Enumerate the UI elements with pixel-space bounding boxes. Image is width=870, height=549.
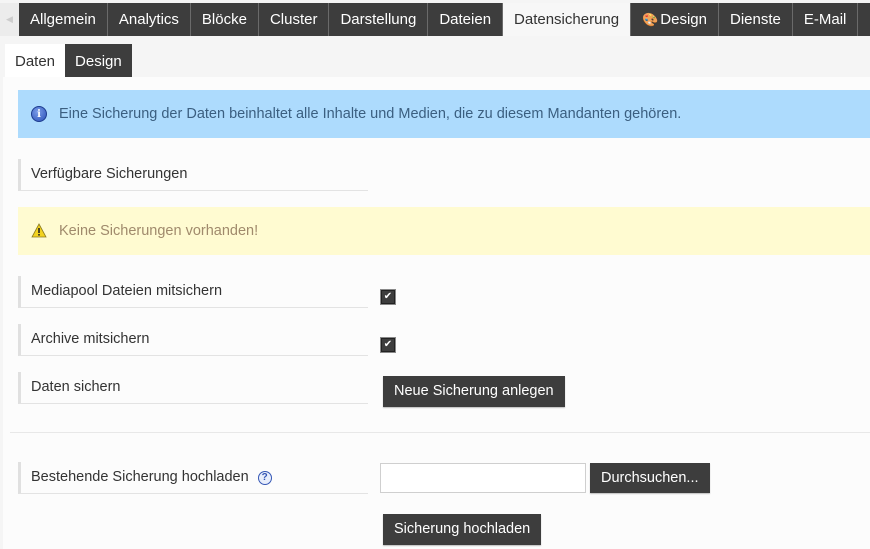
warning-alert: Keine Sicherungen vorhanden! bbox=[18, 207, 870, 255]
tab-dateien[interactable]: Dateien bbox=[428, 3, 504, 36]
help-icon[interactable]: ? bbox=[257, 471, 272, 485]
backup-data-label: Daten sichern bbox=[18, 372, 368, 404]
browse-button[interactable]: Durchsuchen... bbox=[590, 463, 710, 493]
archive-option-label: Archive mitsichern bbox=[18, 324, 368, 356]
info-alert: i Eine Sicherung der Daten beinhaltet al… bbox=[18, 90, 870, 138]
subtab-design[interactable]: Design bbox=[65, 44, 132, 77]
tab-allgemein[interactable]: Allgemein bbox=[19, 3, 108, 36]
tab-darstellung[interactable]: Darstellung bbox=[329, 3, 429, 36]
palette-icon: 🎨 bbox=[642, 12, 659, 27]
tab-datensicherung[interactable]: Datensicherung bbox=[503, 3, 632, 36]
backup-file-input[interactable] bbox=[380, 463, 586, 493]
sub-tab-bar: Daten Design bbox=[5, 44, 132, 77]
warning-alert-text: Keine Sicherungen vorhanden! bbox=[59, 223, 259, 239]
info-icon: i bbox=[31, 106, 47, 122]
tab-dienste[interactable]: Dienste bbox=[719, 3, 793, 36]
tab-design[interactable]: 🎨 Design bbox=[631, 3, 719, 36]
tab-cluster[interactable]: Cluster bbox=[258, 3, 330, 36]
main-tab-bar: ◀ Allgemein Analytics Blöcke Cluster Dar… bbox=[0, 3, 870, 36]
mediapool-option-label: Mediapool Dateien mitsichern bbox=[18, 276, 368, 308]
warning-icon bbox=[31, 223, 47, 239]
create-backup-button[interactable]: Neue Sicherung anlegen bbox=[383, 376, 565, 407]
tab-design-label: Design bbox=[660, 11, 707, 28]
upload-backup-label: Bestehende Sicherung hochladen? bbox=[18, 462, 368, 494]
archive-checkbox[interactable]: ✔ bbox=[380, 337, 396, 353]
tab-bloecke[interactable]: Blöcke bbox=[190, 3, 259, 36]
info-alert-text: Eine Sicherung der Daten beinhaltet alle… bbox=[59, 106, 682, 122]
content-panel: i Eine Sicherung der Daten beinhaltet al… bbox=[3, 77, 870, 549]
tab-analytics[interactable]: Analytics bbox=[107, 3, 191, 36]
upload-backup-label-text: Bestehende Sicherung hochladen bbox=[31, 469, 249, 485]
tab-scroll-left-icon[interactable]: ◀ bbox=[0, 3, 19, 36]
section-divider bbox=[10, 432, 870, 433]
mediapool-checkbox[interactable]: ✔ bbox=[380, 289, 396, 305]
tab-editor[interactable]: Editor bbox=[858, 3, 870, 36]
subtab-daten[interactable]: Daten bbox=[5, 44, 66, 77]
tab-email[interactable]: E-Mail bbox=[792, 3, 859, 36]
available-backups-label: Verfügbare Sicherungen bbox=[18, 159, 368, 191]
upload-backup-button[interactable]: Sicherung hochladen bbox=[383, 514, 542, 545]
